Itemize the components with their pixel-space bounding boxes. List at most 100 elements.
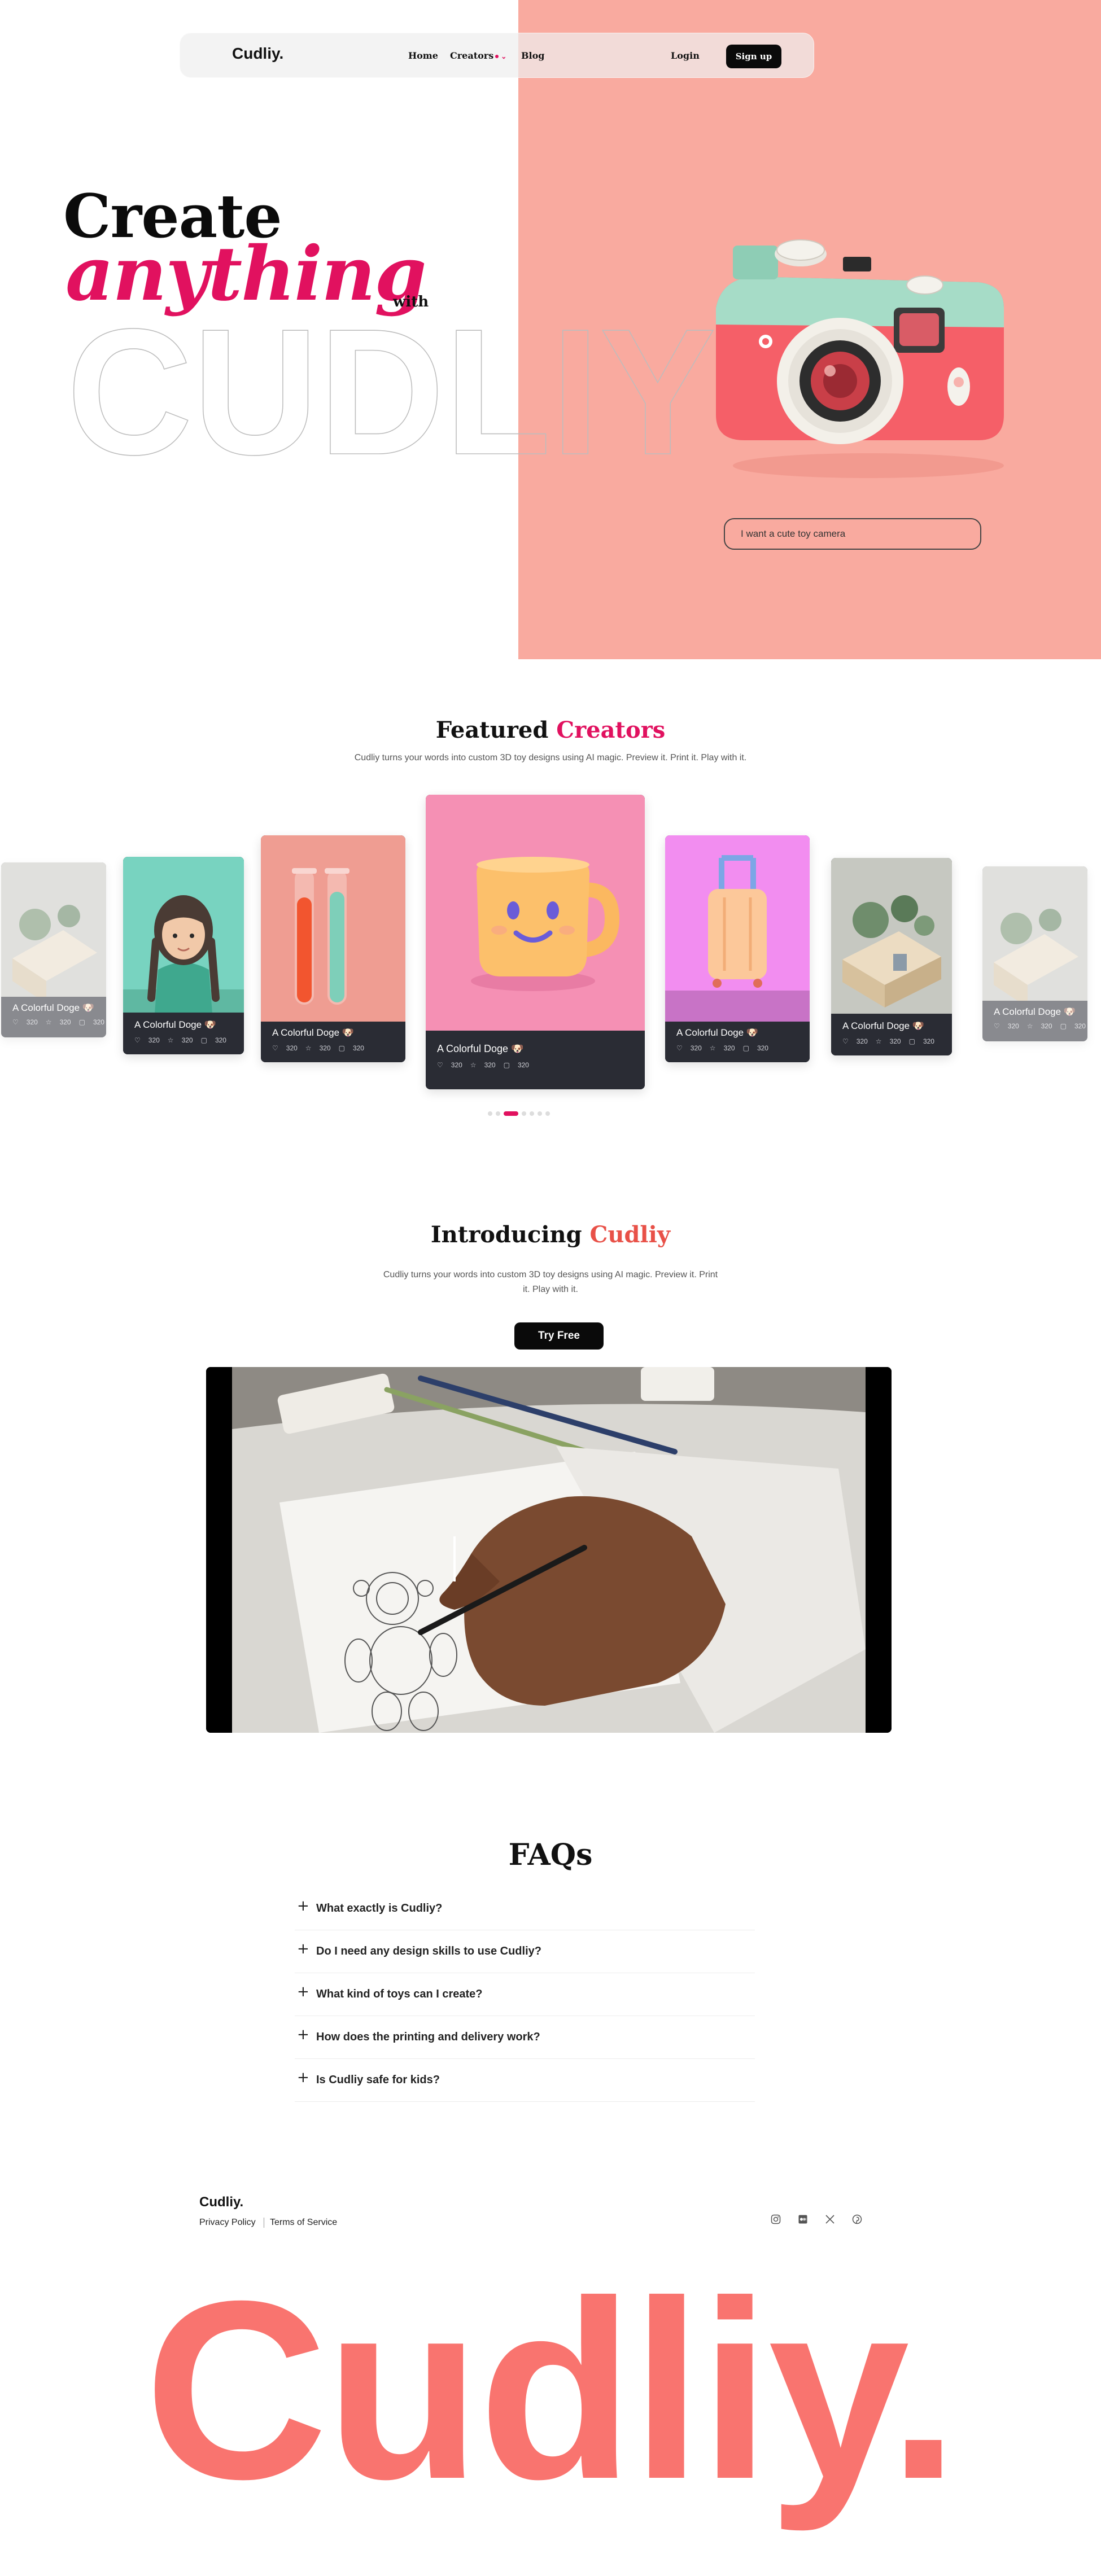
card-stats: ♡ 320 ☆ 320 ▢ 320 (272, 1044, 372, 1052)
featured-title-accent: Creators (556, 717, 666, 743)
likes-count: 320 (856, 1037, 868, 1045)
nav-blog-link[interactable]: Blog (521, 50, 544, 61)
faq-item[interactable]: + Do I need any design skills to use Cud… (295, 1936, 755, 1973)
stars-count: 320 (889, 1037, 901, 1045)
heart-icon: ♡ (842, 1037, 849, 1045)
intro-video[interactable] (206, 1367, 892, 1733)
heart-icon: ♡ (12, 1018, 19, 1026)
card-title: A Colorful Doge 🐶 (437, 1043, 524, 1054)
nav-home-link[interactable]: Home (408, 50, 438, 61)
card-stats: ♡ 320 ☆ 320 ▢ 320 (12, 1018, 106, 1026)
try-free-button[interactable]: Try Free (514, 1322, 604, 1350)
comment-icon: ▢ (503, 1061, 510, 1069)
comment-icon: ▢ (742, 1044, 749, 1052)
nav-logo[interactable]: Cudliy. (232, 45, 283, 63)
hero-outline-wordmark: CUDLIY (66, 306, 716, 475)
card-title: A Colorful Doge 🐶 (12, 1002, 94, 1013)
heart-icon: ♡ (676, 1044, 683, 1052)
smiling-mug-image (426, 795, 645, 1031)
faq-title: FAQs (508, 1838, 593, 1872)
comments-count: 320 (517, 1061, 529, 1069)
carousel-pagination (488, 1111, 550, 1116)
faq-question: Is Cudliy safe for kids? (316, 2074, 440, 2086)
creators-dot-icon (495, 54, 499, 58)
faq-item[interactable]: + How does the printing and delivery wor… (295, 2022, 755, 2059)
stars-count: 320 (1041, 1022, 1052, 1030)
card-title: A Colorful Doge 🐶 (842, 1020, 924, 1031)
card-title: A Colorful Doge 🐶 (272, 1027, 354, 1038)
intro-subtitle-line1: Cudliy turns your words into custom 3D t… (383, 1270, 718, 1280)
creator-card-featured[interactable]: A Colorful Doge 🐶 ♡ 320 ☆ 320 ▢ 320 (426, 795, 645, 1089)
likes-count: 320 (690, 1044, 702, 1052)
creator-card[interactable]: A Colorful Doge 🐶 ♡ 320 ☆ 320 ▢ 320 (982, 866, 1087, 1041)
test-tubes-image (261, 835, 405, 1022)
creator-card[interactable]: A Colorful Doge 🐶 ♡ 320 ☆ 320 ▢ 320 (665, 835, 810, 1062)
nav-creators-label: Creators (450, 50, 494, 61)
plus-icon: + (297, 1940, 309, 1957)
plant-scene-image (831, 858, 952, 1022)
featured-title-plain: Featured (435, 717, 549, 743)
likes-count: 320 (451, 1061, 462, 1069)
card-title: A Colorful Doge 🐶 (994, 1006, 1076, 1017)
comments-count: 320 (1074, 1022, 1086, 1030)
stars-count: 320 (59, 1018, 71, 1026)
instagram-icon[interactable] (769, 2213, 783, 2226)
faq-item[interactable]: + Is Cudliy safe for kids? (295, 2065, 755, 2102)
stars-count: 320 (181, 1036, 193, 1044)
likes-count: 320 (286, 1044, 298, 1052)
plus-icon: + (297, 2069, 309, 2086)
faq-question: Do I need any design skills to use Cudli… (316, 1945, 541, 1957)
carousel-dot[interactable] (496, 1111, 500, 1116)
x-icon[interactable] (823, 2213, 837, 2226)
intro-title: Introducing Cudliy (0, 1221, 1101, 1248)
signup-button[interactable]: Sign up (726, 45, 781, 68)
hero-heading-anything: anything (65, 230, 427, 318)
footer-logo[interactable]: Cudliy. (199, 2194, 243, 2210)
carousel-dot[interactable] (545, 1111, 550, 1116)
carousel-dot[interactable] (522, 1111, 526, 1116)
creator-card[interactable]: A Colorful Doge 🐶 ♡ 320 ☆ 320 ▢ 320 (261, 835, 405, 1062)
carousel-dot[interactable] (488, 1111, 492, 1116)
comment-icon: ▢ (78, 1018, 85, 1026)
carousel-dot[interactable] (538, 1111, 542, 1116)
faq-item[interactable]: + What kind of toys can I create? (295, 1979, 755, 2016)
faq-question: How does the printing and delivery work? (316, 2031, 540, 2043)
card-title: A Colorful Doge 🐶 (676, 1027, 758, 1038)
creator-card[interactable]: A Colorful Doge 🐶 ♡ 320 ☆ 320 ▢ 320 (123, 857, 244, 1054)
prompt-input[interactable] (724, 518, 981, 550)
card-stats: ♡ 320 ☆ 320 ▢ 320 (842, 1037, 942, 1045)
comment-icon: ▢ (338, 1044, 345, 1052)
sketching-hand-image (206, 1367, 892, 1733)
comment-icon: ▢ (200, 1036, 207, 1044)
star-icon: ☆ (167, 1036, 174, 1044)
toy-camera-illustration (716, 239, 1004, 478)
star-icon: ☆ (45, 1018, 52, 1026)
card-stats: ♡ 320 ☆ 320 ▢ 320 (134, 1036, 234, 1044)
pinterest-icon[interactable] (850, 2213, 864, 2226)
likes-count: 320 (26, 1018, 38, 1026)
faq-item[interactable]: + What exactly is Cudliy? (295, 1893, 755, 1930)
comments-count: 320 (757, 1044, 768, 1052)
terms-of-service-link[interactable]: Terms of Service (270, 2218, 337, 2228)
likes-count: 320 (148, 1036, 160, 1044)
plus-icon: + (297, 2026, 309, 2043)
nav-creators-link[interactable]: Creators ⌄ (450, 50, 506, 61)
medium-icon[interactable] (796, 2213, 810, 2226)
plus-icon: + (297, 1898, 309, 1915)
creator-card[interactable]: A Colorful Doge 🐶 ♡ 320 ☆ 320 ▢ 320 (1, 862, 106, 1037)
outline-wordmark-text: CUDLIY (67, 306, 716, 475)
carousel-dot-active[interactable] (504, 1111, 518, 1116)
likes-count: 320 (1007, 1022, 1019, 1030)
carousel-dot[interactable] (530, 1111, 534, 1116)
stars-count: 320 (723, 1044, 735, 1052)
comment-icon: ▢ (1060, 1022, 1067, 1030)
featured-subtitle: Cudliy turns your words into custom 3D t… (354, 753, 747, 763)
suitcase-image (665, 835, 810, 1022)
intro-title-accent: Cudliy (589, 1221, 671, 1248)
nav-login-link[interactable]: Login (671, 50, 700, 61)
star-icon: ☆ (470, 1061, 477, 1069)
privacy-policy-link[interactable]: Privacy Policy (199, 2218, 256, 2228)
chevron-down-icon: ⌄ (501, 52, 507, 60)
comments-count: 320 (923, 1037, 934, 1045)
creator-card[interactable]: A Colorful Doge 🐶 ♡ 320 ☆ 320 ▢ 320 (831, 858, 952, 1055)
